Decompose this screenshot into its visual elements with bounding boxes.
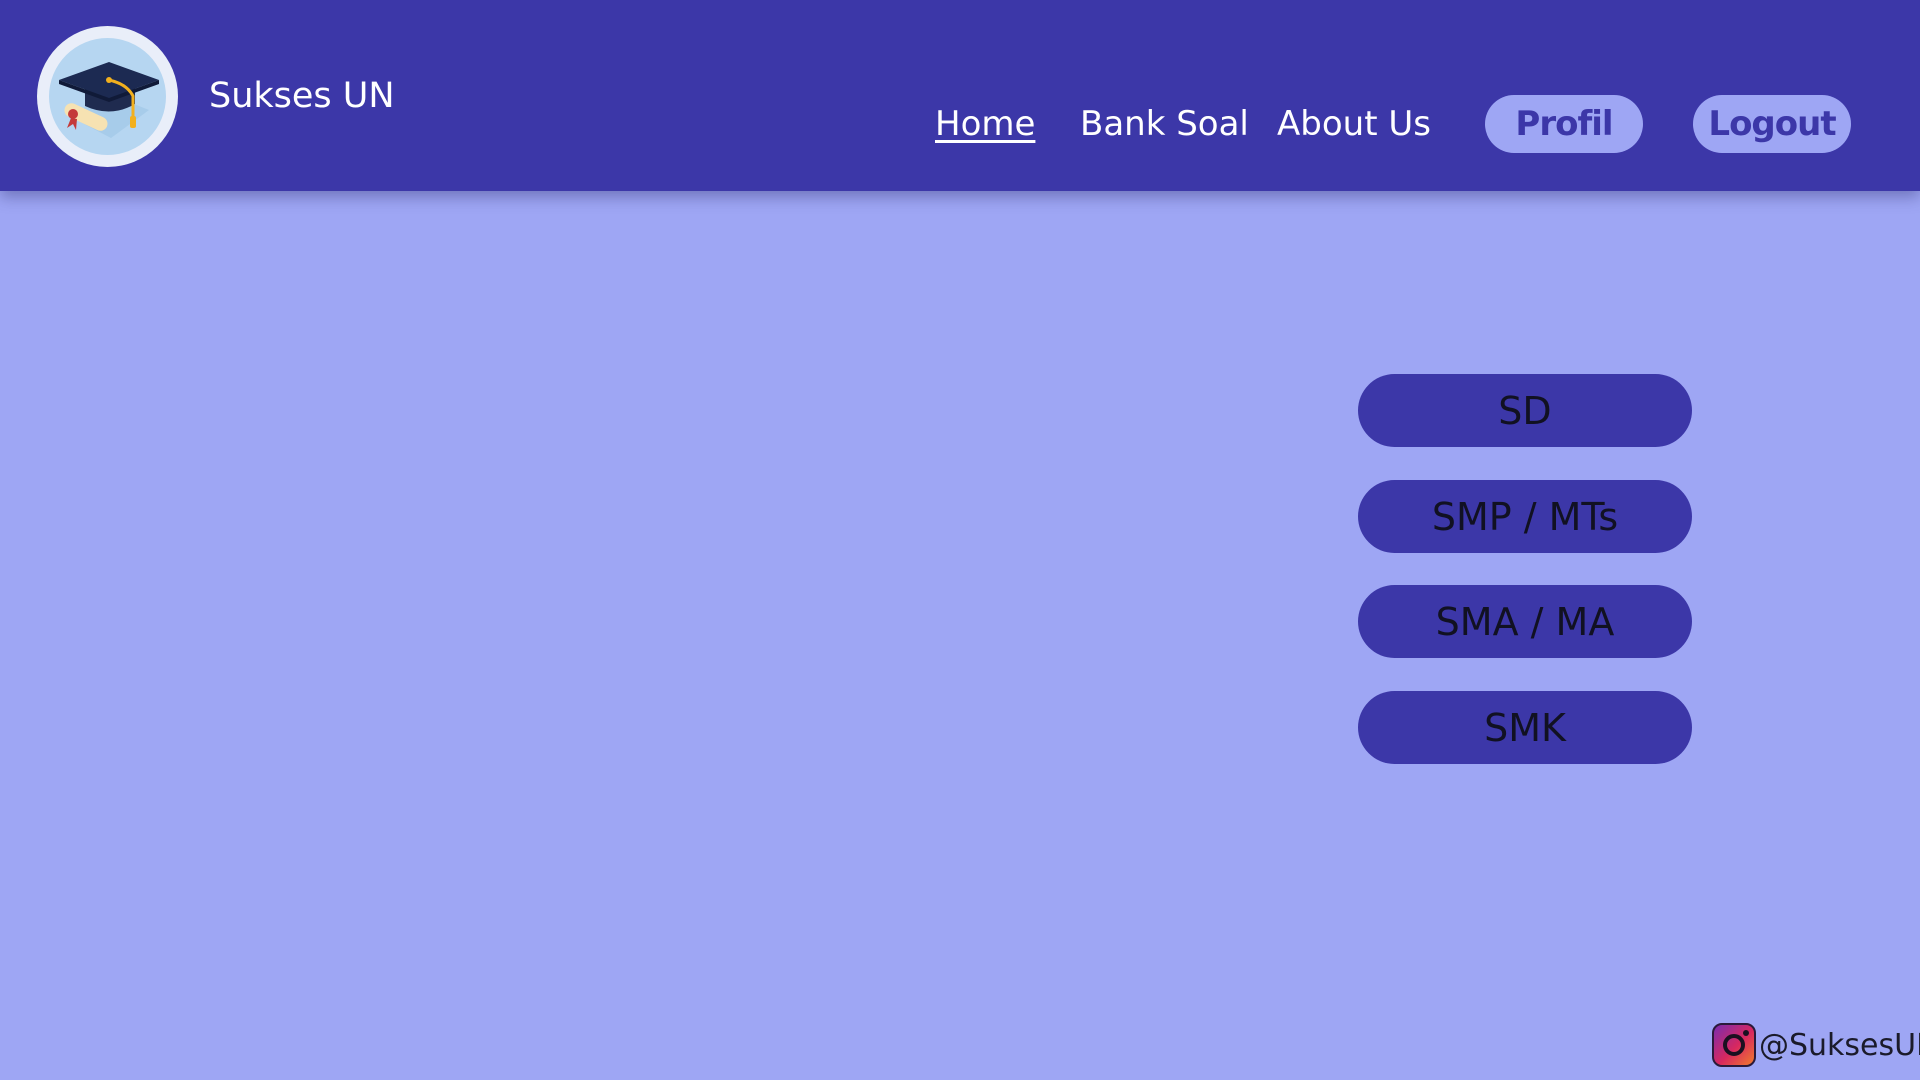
nav-about-us-link[interactable]: About Us <box>1277 101 1431 147</box>
instagram-icon <box>1712 1023 1756 1067</box>
level-button-sd[interactable]: SD <box>1358 374 1692 447</box>
profil-button[interactable]: Profil <box>1485 95 1643 153</box>
instagram-handle: @SuksesUN <box>1759 1027 1920 1063</box>
level-button-smp-mts[interactable]: SMP / MTs <box>1358 480 1692 553</box>
nav-bank-soal-link[interactable]: Bank Soal <box>1080 101 1249 147</box>
instagram-link[interactable]: @SuksesUN <box>1712 1022 1920 1068</box>
level-button-smk[interactable]: SMK <box>1358 691 1692 764</box>
logo[interactable] <box>37 26 178 167</box>
logout-button[interactable]: Logout <box>1693 95 1851 153</box>
level-button-sma-ma[interactable]: SMA / MA <box>1358 585 1692 658</box>
header-navbar: Sukses UN Home Bank Soal About Us Profil… <box>0 0 1920 191</box>
nav-home-link[interactable]: Home <box>935 101 1035 147</box>
brand-title[interactable]: Sukses UN <box>209 72 395 120</box>
graduation-cap-icon <box>49 38 166 155</box>
